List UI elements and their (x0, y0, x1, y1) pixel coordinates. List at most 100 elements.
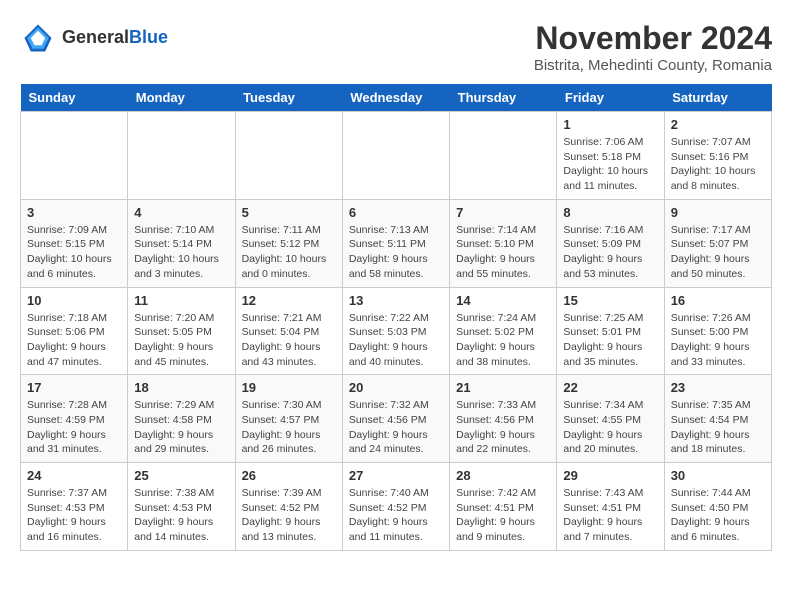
day-number: 25 (134, 468, 228, 483)
cell-info: Sunrise: 7:20 AM Sunset: 5:05 PM Dayligh… (134, 311, 228, 370)
cell-info: Sunrise: 7:26 AM Sunset: 5:00 PM Dayligh… (671, 311, 765, 370)
day-of-week-header: Tuesday (235, 84, 342, 112)
day-number: 23 (671, 380, 765, 395)
logo-icon (20, 20, 56, 56)
calendar-cell: 26 Sunrise: 7:39 AM Sunset: 4:52 PM Dayli… (235, 463, 342, 551)
day-number: 13 (349, 293, 443, 308)
day-number: 30 (671, 468, 765, 483)
calendar-cell: 7 Sunrise: 7:14 AM Sunset: 5:10 PM Daylig… (450, 199, 557, 287)
calendar-week-row: 17 Sunrise: 7:28 AM Sunset: 4:59 PM Dayli… (21, 375, 772, 463)
day-number: 14 (456, 293, 550, 308)
day-of-week-header: Sunday (21, 84, 128, 112)
day-number: 4 (134, 205, 228, 220)
day-number: 8 (563, 205, 657, 220)
logo: GeneralBlue (20, 20, 168, 56)
day-number: 20 (349, 380, 443, 395)
cell-info: Sunrise: 7:24 AM Sunset: 5:02 PM Dayligh… (456, 311, 550, 370)
cell-info: Sunrise: 7:10 AM Sunset: 5:14 PM Dayligh… (134, 223, 228, 282)
calendar-cell: 29 Sunrise: 7:43 AM Sunset: 4:51 PM Dayli… (557, 463, 664, 551)
cell-info: Sunrise: 7:17 AM Sunset: 5:07 PM Dayligh… (671, 223, 765, 282)
cell-info: Sunrise: 7:39 AM Sunset: 4:52 PM Dayligh… (242, 486, 336, 545)
calendar-cell: 23 Sunrise: 7:35 AM Sunset: 4:54 PM Dayli… (664, 375, 771, 463)
day-number: 29 (563, 468, 657, 483)
calendar-cell: 8 Sunrise: 7:16 AM Sunset: 5:09 PM Daylig… (557, 199, 664, 287)
day-number: 7 (456, 205, 550, 220)
day-number: 6 (349, 205, 443, 220)
calendar-cell (235, 112, 342, 200)
day-number: 17 (27, 380, 121, 395)
day-number: 3 (27, 205, 121, 220)
calendar-cell: 4 Sunrise: 7:10 AM Sunset: 5:14 PM Daylig… (128, 199, 235, 287)
calendar-cell: 30 Sunrise: 7:44 AM Sunset: 4:50 PM Dayli… (664, 463, 771, 551)
cell-info: Sunrise: 7:43 AM Sunset: 4:51 PM Dayligh… (563, 486, 657, 545)
cell-info: Sunrise: 7:37 AM Sunset: 4:53 PM Dayligh… (27, 486, 121, 545)
calendar-cell: 3Sunrise: 7:09 AM Sunset: 5:15 PM Daylig… (21, 199, 128, 287)
day-number: 26 (242, 468, 336, 483)
calendar-cell: 28 Sunrise: 7:42 AM Sunset: 4:51 PM Dayli… (450, 463, 557, 551)
calendar-cell: 1Sunrise: 7:06 AM Sunset: 5:18 PM Daylig… (557, 112, 664, 200)
calendar-cell: 14 Sunrise: 7:24 AM Sunset: 5:02 PM Dayli… (450, 287, 557, 375)
calendar-cell: 19Sunrise: 7:30 AM Sunset: 4:57 PM Dayli… (235, 375, 342, 463)
location-title: Bistrita, Mehedinti County, Romania (534, 57, 772, 74)
logo-text: GeneralBlue (62, 28, 168, 48)
calendar-cell: 18 Sunrise: 7:29 AM Sunset: 4:58 PM Dayli… (128, 375, 235, 463)
calendar-cell: 13 Sunrise: 7:22 AM Sunset: 5:03 PM Dayli… (342, 287, 449, 375)
calendar-cell: 5Sunrise: 7:11 AM Sunset: 5:12 PM Daylig… (235, 199, 342, 287)
calendar-cell: 15 Sunrise: 7:25 AM Sunset: 5:01 PM Dayli… (557, 287, 664, 375)
day-number: 12 (242, 293, 336, 308)
cell-info: Sunrise: 7:22 AM Sunset: 5:03 PM Dayligh… (349, 311, 443, 370)
day-number: 28 (456, 468, 550, 483)
day-of-week-header: Monday (128, 84, 235, 112)
day-of-week-header: Wednesday (342, 84, 449, 112)
calendar-cell: 2Sunrise: 7:07 AM Sunset: 5:16 PM Daylig… (664, 112, 771, 200)
cell-info: Sunrise: 7:07 AM Sunset: 5:16 PM Dayligh… (671, 135, 765, 194)
cell-info: Sunrise: 7:32 AM Sunset: 4:56 PM Dayligh… (349, 398, 443, 457)
day-of-week-header: Saturday (664, 84, 771, 112)
day-number: 11 (134, 293, 228, 308)
cell-info: Sunrise: 7:25 AM Sunset: 5:01 PM Dayligh… (563, 311, 657, 370)
calendar-cell: 24 Sunrise: 7:37 AM Sunset: 4:53 PM Dayli… (21, 463, 128, 551)
cell-info: Sunrise: 7:16 AM Sunset: 5:09 PM Dayligh… (563, 223, 657, 282)
calendar-cell: 25 Sunrise: 7:38 AM Sunset: 4:53 PM Dayli… (128, 463, 235, 551)
page-header: GeneralBlue November 2024 Bistrita, Mehe… (20, 20, 772, 74)
calendar-header-row: SundayMondayTuesdayWednesdayThursdayFrid… (21, 84, 772, 112)
cell-info: Sunrise: 7:40 AM Sunset: 4:52 PM Dayligh… (349, 486, 443, 545)
cell-info: Sunrise: 7:13 AM Sunset: 5:11 PM Dayligh… (349, 223, 443, 282)
calendar-table: SundayMondayTuesdayWednesdayThursdayFrid… (20, 84, 772, 551)
day-number: 27 (349, 468, 443, 483)
day-number: 1 (563, 117, 657, 132)
cell-info: Sunrise: 7:42 AM Sunset: 4:51 PM Dayligh… (456, 486, 550, 545)
calendar-cell (128, 112, 235, 200)
cell-info: Sunrise: 7:21 AM Sunset: 5:04 PM Dayligh… (242, 311, 336, 370)
cell-info: Sunrise: 7:38 AM Sunset: 4:53 PM Dayligh… (134, 486, 228, 545)
cell-info: Sunrise: 7:14 AM Sunset: 5:10 PM Dayligh… (456, 223, 550, 282)
calendar-cell: 10Sunrise: 7:18 AM Sunset: 5:06 PM Dayli… (21, 287, 128, 375)
calendar-cell: 16 Sunrise: 7:26 AM Sunset: 5:00 PM Dayli… (664, 287, 771, 375)
day-number: 18 (134, 380, 228, 395)
day-number: 15 (563, 293, 657, 308)
calendar-cell: 27 Sunrise: 7:40 AM Sunset: 4:52 PM Dayli… (342, 463, 449, 551)
day-number: 9 (671, 205, 765, 220)
calendar-cell: 20 Sunrise: 7:32 AM Sunset: 4:56 PM Dayli… (342, 375, 449, 463)
calendar-week-row: 3Sunrise: 7:09 AM Sunset: 5:15 PM Daylig… (21, 199, 772, 287)
calendar-week-row: 1Sunrise: 7:06 AM Sunset: 5:18 PM Daylig… (21, 112, 772, 200)
cell-info: Sunrise: 7:33 AM Sunset: 4:56 PM Dayligh… (456, 398, 550, 457)
cell-info: Sunrise: 7:34 AM Sunset: 4:55 PM Dayligh… (563, 398, 657, 457)
cell-info: Sunrise: 7:30 AM Sunset: 4:57 PM Dayligh… (242, 398, 336, 457)
calendar-cell (450, 112, 557, 200)
calendar-cell: 22 Sunrise: 7:34 AM Sunset: 4:55 PM Dayli… (557, 375, 664, 463)
day-number: 10 (27, 293, 121, 308)
cell-info: Sunrise: 7:44 AM Sunset: 4:50 PM Dayligh… (671, 486, 765, 545)
calendar-cell: 17 Sunrise: 7:28 AM Sunset: 4:59 PM Dayli… (21, 375, 128, 463)
month-title: November 2024 (534, 20, 772, 57)
cell-info: Sunrise: 7:35 AM Sunset: 4:54 PM Dayligh… (671, 398, 765, 457)
calendar-cell: 12 Sunrise: 7:21 AM Sunset: 5:04 PM Dayli… (235, 287, 342, 375)
calendar-cell (342, 112, 449, 200)
day-number: 16 (671, 293, 765, 308)
calendar-cell: 9 Sunrise: 7:17 AM Sunset: 5:07 PM Daylig… (664, 199, 771, 287)
cell-info: Sunrise: 7:29 AM Sunset: 4:58 PM Dayligh… (134, 398, 228, 457)
day-number: 22 (563, 380, 657, 395)
cell-info: Sunrise: 7:28 AM Sunset: 4:59 PM Dayligh… (27, 398, 121, 457)
day-number: 24 (27, 468, 121, 483)
calendar-week-row: 24 Sunrise: 7:37 AM Sunset: 4:53 PM Dayli… (21, 463, 772, 551)
